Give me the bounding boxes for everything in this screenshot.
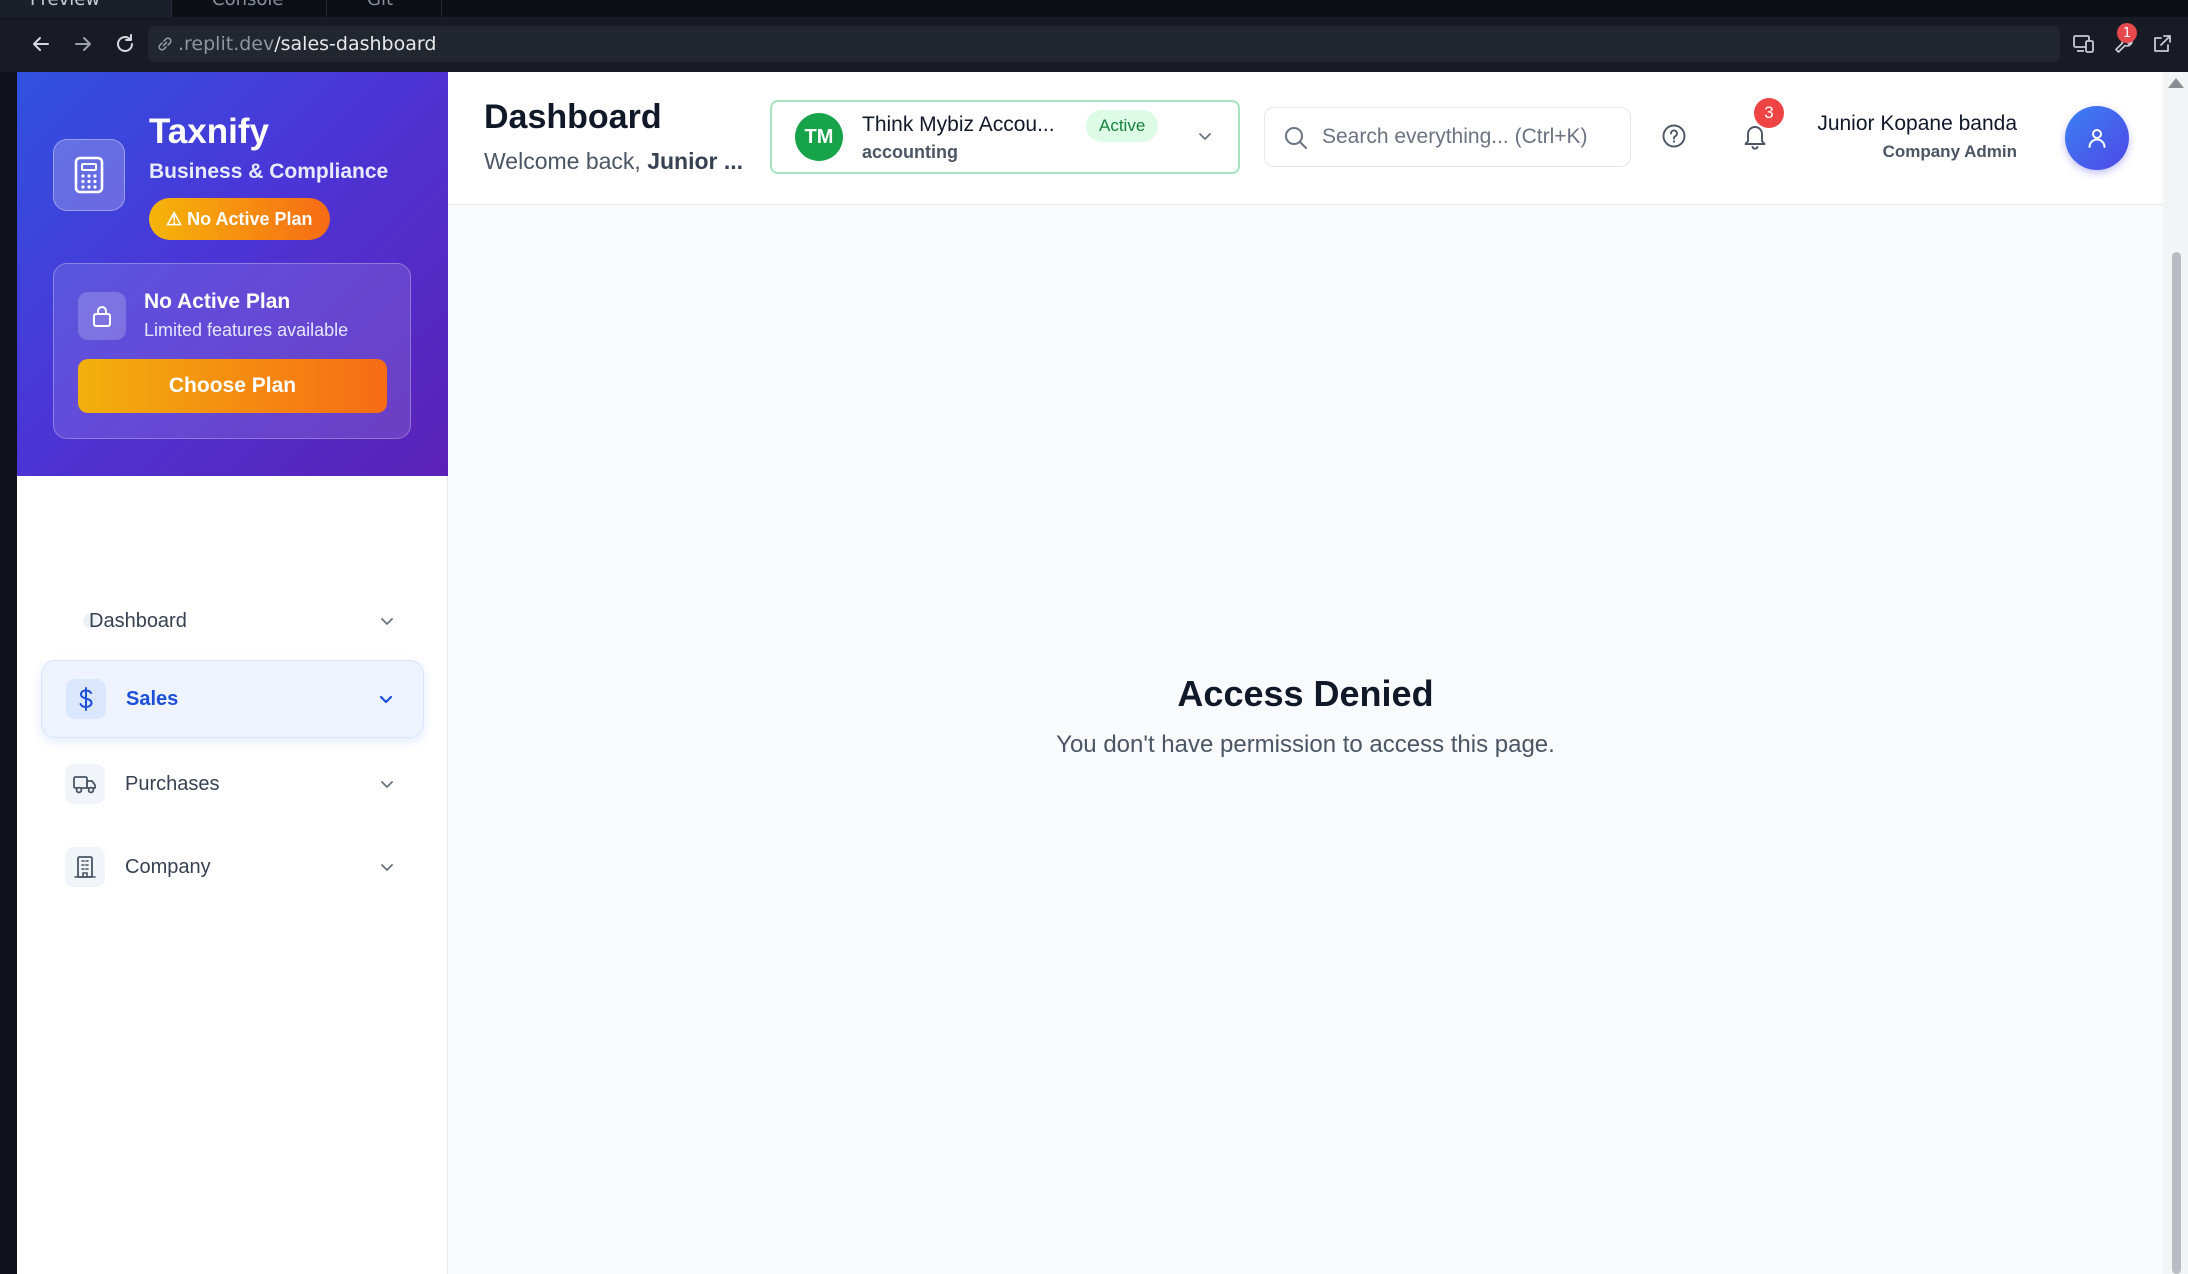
sidebar-item-label: Sales — [126, 687, 179, 710]
external-link-icon — [2154, 35, 2171, 52]
sidebar-item-label: Dashboard — [89, 609, 187, 632]
browser-address-bar: .replit.dev/sales-dashboard — [0, 17, 2188, 72]
chevron-down-icon — [1199, 133, 1211, 140]
scrollbar-thumb[interactable] — [2172, 252, 2181, 1274]
brand-subtitle: Business & Compliance — [149, 160, 389, 183]
link-icon — [158, 37, 172, 51]
status-badge: Active — [1086, 110, 1159, 142]
extensions-count-badge: 1 — [2117, 23, 2137, 43]
access-denied-title: Access Denied — [1177, 673, 1434, 714]
user-role: Company Admin — [1882, 142, 2017, 161]
chevron-down-icon — [381, 618, 393, 625]
devices-icon — [2073, 35, 2094, 53]
sidebar-item-dashboard[interactable]: Dashboard — [41, 582, 424, 660]
welcome-text: Welcome back, Junior ... — [484, 148, 743, 175]
sidebar-item-sales[interactable]: Sales — [41, 660, 424, 738]
url-path: /sales-dashboard — [274, 33, 437, 55]
building-icon — [65, 847, 105, 887]
plan-card: No Active Plan Limited features availabl… — [53, 263, 411, 439]
tab-preview[interactable]: Preview — [0, 0, 172, 17]
plan-card-description: Limited features available — [144, 320, 349, 340]
brand-panel: Taxnify Business & Compliance ⚠ No Activ… — [17, 72, 448, 476]
sidebar-item-company[interactable]: Company — [41, 828, 424, 906]
sidebar: Taxnify Business & Compliance ⚠ No Activ… — [17, 72, 448, 1274]
page-viewport: Taxnify Business & Compliance ⚠ No Activ… — [17, 72, 2163, 1274]
company-avatar: TM — [795, 113, 843, 161]
devices-button[interactable] — [2071, 31, 2097, 57]
sidebar-item-label: Purchases — [125, 772, 220, 795]
company-switcher[interactable]: TM Think Mybiz Accou... accounting Activ… — [770, 100, 1240, 174]
user-name: Junior Kopane banda — [1817, 112, 2017, 135]
dollar-icon — [66, 679, 106, 719]
tab-label: Preview — [30, 0, 100, 10]
url-field[interactable]: .replit.dev/sales-dashboard — [148, 26, 2060, 62]
open-external-button[interactable] — [2149, 31, 2175, 57]
plan-card-title: No Active Plan — [144, 290, 291, 313]
lock-icon — [78, 292, 126, 340]
forward-button[interactable] — [70, 31, 96, 57]
reload-icon — [117, 34, 133, 52]
help-circle-icon — [1662, 124, 1686, 148]
help-button[interactable] — [1654, 116, 1694, 156]
user-avatar[interactable] — [2065, 106, 2129, 170]
scroll-up-arrow-icon[interactable] — [2168, 78, 2184, 88]
brand-name: Taxnify — [149, 112, 269, 151]
url-text: .replit.dev/sales-dashboard — [178, 33, 436, 55]
company-type: accounting — [862, 142, 959, 162]
arrow-left-icon — [33, 37, 49, 51]
calculator-icon — [53, 139, 125, 211]
search-box — [1264, 107, 1631, 167]
user-icon — [2088, 129, 2106, 148]
tab-label: Console — [212, 0, 283, 10]
choose-plan-button[interactable]: Choose Plan — [78, 359, 387, 413]
welcome-name: Junior ... — [647, 148, 744, 174]
sidebar-item-label: Company — [125, 855, 211, 878]
welcome-prefix: Welcome back, — [484, 148, 641, 174]
no-plan-badge: ⚠ No Active Plan — [149, 198, 330, 240]
truck-icon — [65, 764, 105, 804]
top-header: Dashboard Welcome back, Junior ... TM Th… — [448, 72, 2163, 205]
url-host: .replit.dev — [178, 33, 275, 55]
arrow-right-icon — [75, 37, 91, 51]
browser-tab-strip: Preview Console Git — [0, 0, 2188, 17]
tab-git[interactable]: Git — [327, 0, 442, 17]
search-icon — [1285, 127, 1307, 149]
main-content: Access Denied You don't have permission … — [448, 205, 2163, 1274]
access-denied-message: You don't have permission to access this… — [1056, 731, 1555, 758]
back-button[interactable] — [28, 31, 54, 57]
search-input[interactable] — [1322, 120, 1622, 154]
chevron-down-icon — [381, 864, 393, 871]
chevron-down-icon — [379, 695, 393, 704]
notification-count-badge: 3 — [1754, 98, 1784, 128]
tab-label: Git — [367, 0, 393, 10]
sidebar-item-purchases[interactable]: Purchases — [41, 745, 424, 823]
company-name: Think Mybiz Accou... — [862, 113, 1055, 136]
tab-console[interactable]: Console — [172, 0, 327, 17]
chevron-down-icon — [381, 781, 393, 788]
page-title: Dashboard — [484, 98, 662, 136]
reload-button[interactable] — [112, 31, 138, 57]
